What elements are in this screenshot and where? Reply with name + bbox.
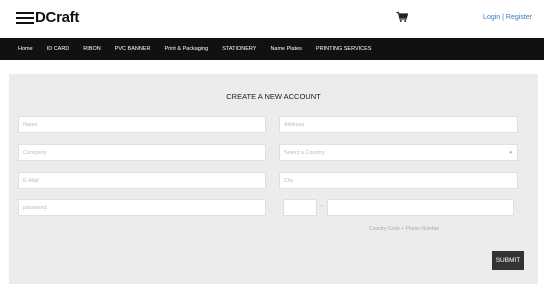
country-select[interactable]: Select a Country ▾ (279, 144, 518, 161)
city-field[interactable]: City (279, 172, 518, 189)
logo-bars-icon (16, 11, 34, 24)
nav-item-stationery[interactable]: STATIONERY (222, 46, 256, 52)
login-link[interactable]: Login (483, 14, 500, 21)
address-field[interactable]: Address (279, 116, 518, 133)
country-code-field[interactable] (283, 199, 317, 216)
company-field[interactable]: Company (18, 144, 266, 161)
email-field[interactable]: E-Mail (18, 172, 266, 189)
name-field[interactable]: Name (18, 116, 266, 133)
main-nav: Home ID CARD RIBON PVC BANNER Print & Pa… (0, 38, 544, 60)
nav-item-id-card[interactable]: ID CARD (47, 46, 70, 52)
password-field[interactable]: password (18, 199, 266, 216)
auth-separator: | (502, 14, 504, 21)
logo-text: DCraft (35, 9, 80, 26)
auth-links: Login | Register (483, 14, 532, 21)
submit-button[interactable]: SUBMIT (492, 251, 524, 270)
nav-item-pvc-banner[interactable]: PVC BANNER (115, 46, 151, 52)
phone-number-field[interactable] (327, 199, 514, 216)
phone-dash: - (321, 203, 323, 209)
phone-hint: Country Code + Phone Number (369, 226, 440, 232)
site-header: DCraft Login | Register (0, 0, 544, 38)
cart-icon[interactable] (396, 11, 408, 23)
form-title: CREATE A NEW ACCOUNT (226, 92, 321, 101)
logo[interactable]: DCraft (16, 10, 79, 25)
register-link[interactable]: Register (506, 14, 532, 21)
nav-item-print-packaging[interactable]: Print & Packaging (164, 46, 208, 52)
register-form-panel: CREATE A NEW ACCOUNT Name Address Compan… (9, 74, 538, 284)
chevron-down-icon: ▾ (509, 150, 512, 156)
nav-item-printing-services[interactable]: PRINTING SERVICES (316, 46, 372, 52)
nav-item-name-plates[interactable]: Name Plates (270, 46, 302, 52)
country-select-value: Select a Country (284, 149, 325, 156)
nav-item-ribon[interactable]: RIBON (83, 46, 100, 52)
nav-item-home[interactable]: Home (18, 46, 33, 52)
